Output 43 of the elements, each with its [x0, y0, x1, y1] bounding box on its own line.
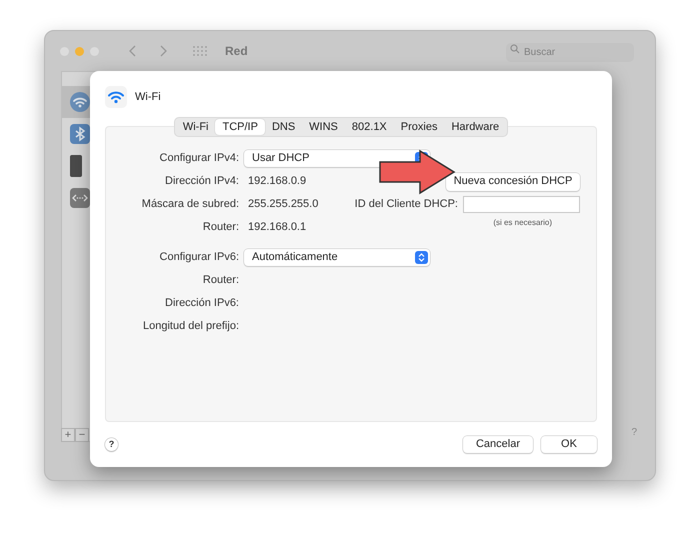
tab[interactable]: TCP/IP [215, 119, 265, 135]
dialog-button[interactable]: Cancelar [463, 436, 533, 452]
ethernet-icon [70, 188, 90, 208]
tab[interactable]: Wi-Fi [176, 119, 216, 135]
field-value: 192.168.0.9 [247, 174, 306, 190]
phone-icon [70, 155, 82, 177]
renew-dhcp-button[interactable]: Nueva concesión DHCP [446, 172, 580, 190]
client-id-field[interactable] [463, 196, 580, 213]
field-value: 192.168.0.1 [247, 220, 306, 236]
search-field[interactable]: Buscar [506, 43, 634, 62]
popup-menu[interactable]: Automáticamente [244, 249, 430, 266]
search-icon [510, 44, 520, 54]
tab[interactable]: Hardware [444, 119, 506, 135]
dialog-button[interactable]: OK [541, 436, 597, 452]
back-icon[interactable] [129, 45, 137, 57]
list-button[interactable]: + [61, 428, 75, 442]
tab[interactable]: DNS [264, 119, 302, 135]
field-label: Configurar IPv6: [158, 250, 240, 266]
window-title: Red [225, 43, 248, 60]
tab[interactable]: WINS [302, 119, 345, 135]
stepper-icon [415, 251, 428, 264]
tab[interactable]: 802.1X [344, 119, 394, 135]
field-label: Dirección IPv4: [164, 174, 240, 190]
forward-icon[interactable] [159, 45, 167, 57]
wifi-icon [70, 92, 90, 112]
sheet-title: Wi-Fi [135, 90, 161, 105]
minimize-button[interactable] [75, 46, 84, 56]
field-label: Router: [202, 273, 240, 288]
wifi-icon [105, 86, 127, 108]
bluetooth-icon [70, 124, 90, 144]
field-value: 255.255.255.0 [247, 197, 318, 212]
list-button[interactable]: − [75, 428, 89, 442]
tab[interactable]: Proxies [394, 119, 444, 135]
field-label: Dirección IPv6: [164, 296, 240, 312]
field-label: Configurar IPv4: [158, 151, 240, 166]
grid-icon[interactable] [193, 46, 207, 56]
field-label: ID del Cliente DHCP: [354, 197, 459, 212]
field-label: Router: [202, 220, 240, 236]
field-label: Longitud del prefijo: [142, 319, 240, 334]
field-hint: (si es necesario) [493, 217, 552, 229]
arrow-icon [378, 149, 456, 195]
field-label: Máscara de subred: [140, 197, 240, 212]
help-button[interactable]: ? [105, 438, 118, 450]
